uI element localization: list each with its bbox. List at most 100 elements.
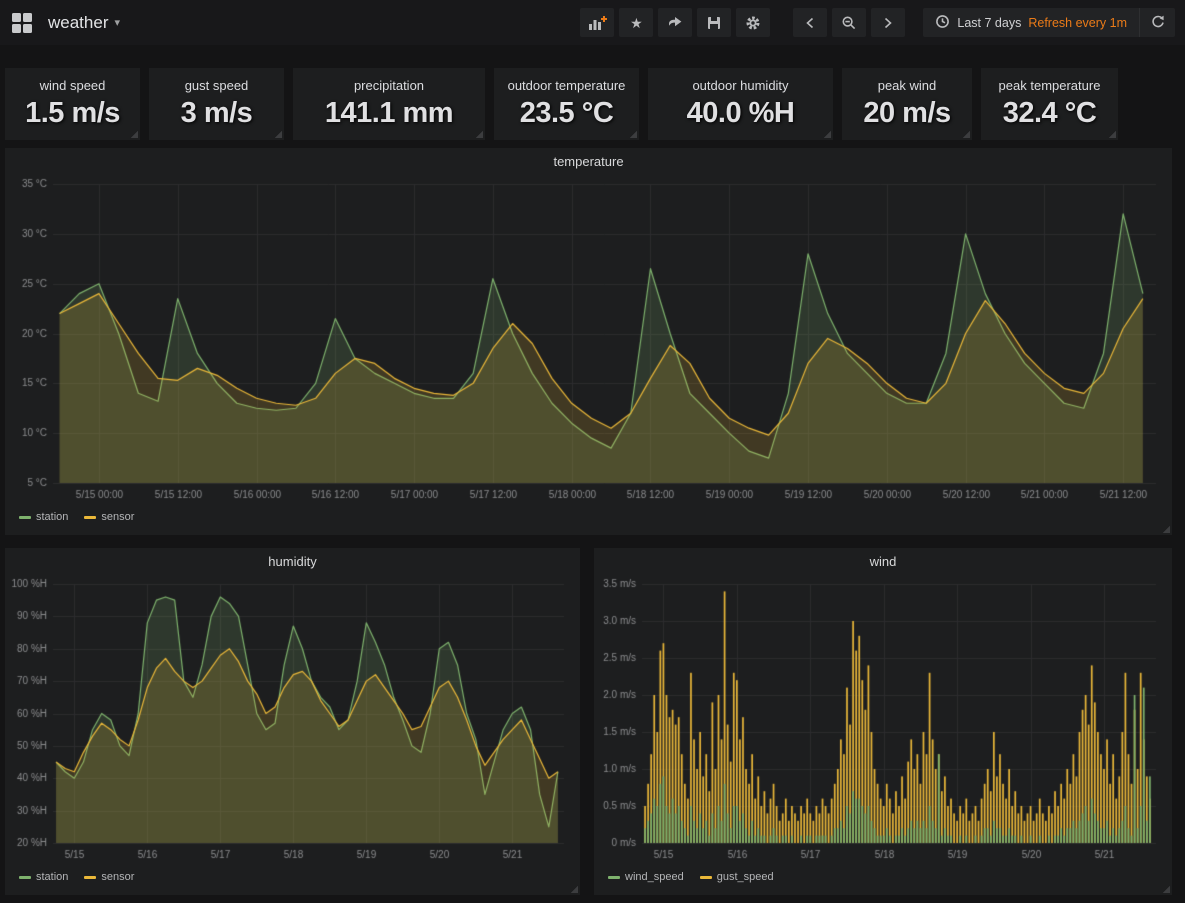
series-color-swatch xyxy=(19,516,31,519)
dashboard-title: weather xyxy=(48,13,108,33)
chevron-right-icon xyxy=(882,16,894,30)
timepicker-button[interactable]: Last 7 days Refresh every 1m xyxy=(923,8,1139,37)
wind-legend: wind_speed gust_speed xyxy=(594,865,1172,889)
stat-panel-gust-speed: gust speed 3 m/s xyxy=(149,68,284,140)
grafana-logo[interactable] xyxy=(12,13,32,33)
resize-handle[interactable] xyxy=(629,130,637,138)
legend-label: sensor xyxy=(101,511,134,523)
resize-handle[interactable] xyxy=(1108,130,1116,138)
panel-actions-group: ★ xyxy=(575,8,770,37)
series-color-swatch xyxy=(608,876,620,879)
resize-handle[interactable] xyxy=(823,130,831,138)
legend-item-wind_speed[interactable]: wind_speed xyxy=(608,871,684,883)
stat-title[interactable]: outdoor temperature xyxy=(508,78,626,93)
humidity-legend: station sensor xyxy=(5,865,580,889)
stat-title[interactable]: peak wind xyxy=(878,78,937,93)
legend-item-station[interactable]: station xyxy=(19,511,68,523)
resize-handle[interactable] xyxy=(962,130,970,138)
stat-title[interactable]: outdoor humidity xyxy=(692,78,788,93)
stat-value: 1.5 m/s xyxy=(25,97,120,130)
stat-title[interactable]: gust speed xyxy=(185,78,249,93)
logo-square xyxy=(12,24,21,33)
legend-label: wind_speed xyxy=(625,871,684,883)
series-color-swatch xyxy=(84,876,96,879)
zoom-out-button[interactable] xyxy=(832,8,866,37)
gear-icon xyxy=(745,15,761,31)
stat-title[interactable]: peak temperature xyxy=(999,78,1101,93)
panel-wind: wind wind_speed gust_speed xyxy=(594,548,1172,895)
add-panel-icon xyxy=(588,15,607,31)
time-range-label: Last 7 days xyxy=(957,16,1021,30)
time-back-button[interactable] xyxy=(793,8,827,37)
legend-label: station xyxy=(36,871,68,883)
navbar-right: ★ xyxy=(557,8,1175,37)
zoom-out-icon xyxy=(841,15,857,31)
star-icon: ★ xyxy=(630,16,643,30)
share-button[interactable] xyxy=(658,8,692,37)
temperature-chart[interactable] xyxy=(5,174,1172,505)
stat-panel-outdoor-humidity: outdoor humidity 40.0 %H xyxy=(648,68,833,140)
panel-title[interactable]: temperature xyxy=(5,148,1172,174)
stat-value: 40.0 %H xyxy=(687,97,795,130)
stat-value: 32.4 °C xyxy=(1003,97,1097,130)
stat-panel-peak-temperature: peak temperature 32.4 °C xyxy=(981,68,1118,140)
stat-panel-outdoor-temperature: outdoor temperature 23.5 °C xyxy=(494,68,639,140)
resize-handle[interactable] xyxy=(1162,525,1170,533)
star-button[interactable]: ★ xyxy=(619,8,653,37)
stat-title[interactable]: precipitation xyxy=(354,78,424,93)
stat-panel-peak-wind: peak wind 20 m/s xyxy=(842,68,972,140)
stat-value: 141.1 mm xyxy=(325,97,453,130)
resize-handle[interactable] xyxy=(274,130,282,138)
save-icon xyxy=(706,15,722,31)
save-button[interactable] xyxy=(697,8,731,37)
settings-button[interactable] xyxy=(736,8,770,37)
dashboard: wind speed 1.5 m/s gust speed 3 m/s prec… xyxy=(0,45,1185,895)
refresh-button[interactable] xyxy=(1139,8,1175,37)
legend-item-sensor[interactable]: sensor xyxy=(84,871,134,883)
resize-handle[interactable] xyxy=(130,130,138,138)
humidity-chart[interactable] xyxy=(5,574,580,865)
legend-item-gust_speed[interactable]: gust_speed xyxy=(700,871,774,883)
series-color-swatch xyxy=(700,876,712,879)
logo-square xyxy=(12,13,21,22)
refresh-icon xyxy=(1150,14,1165,32)
time-nav-group xyxy=(788,8,905,37)
time-forward-button[interactable] xyxy=(871,8,905,37)
logo-square xyxy=(23,24,32,33)
caret-down-icon: ▾ xyxy=(114,16,120,29)
legend-item-station[interactable]: station xyxy=(19,871,68,883)
temperature-legend: station sensor xyxy=(5,505,1172,529)
series-color-swatch xyxy=(19,876,31,879)
panel-temperature: temperature station sensor xyxy=(5,148,1172,535)
navbar: weather ▾ ★ xyxy=(0,0,1185,45)
series-color-swatch xyxy=(84,516,96,519)
stat-value: 23.5 °C xyxy=(520,97,614,130)
stat-panel-wind-speed: wind speed 1.5 m/s xyxy=(5,68,140,140)
refresh-interval-label: Refresh every 1m xyxy=(1028,16,1127,30)
stat-value: 20 m/s xyxy=(863,97,950,130)
clock-icon xyxy=(935,14,950,32)
navbar-left: weather ▾ xyxy=(12,9,126,37)
wind-chart[interactable] xyxy=(594,574,1172,865)
resize-handle[interactable] xyxy=(1162,885,1170,893)
share-icon xyxy=(667,16,683,30)
logo-square xyxy=(23,13,32,22)
legend-label: station xyxy=(36,511,68,523)
resize-handle[interactable] xyxy=(475,130,483,138)
legend-label: sensor xyxy=(101,871,134,883)
stat-panel-precipitation: precipitation 141.1 mm xyxy=(293,68,485,140)
resize-handle[interactable] xyxy=(570,885,578,893)
timepicker-group: Last 7 days Refresh every 1m xyxy=(923,8,1175,37)
panel-humidity: humidity station sensor xyxy=(5,548,580,895)
legend-label: gust_speed xyxy=(717,871,774,883)
stat-row: wind speed 1.5 m/s gust speed 3 m/s prec… xyxy=(5,68,1172,140)
bottom-row: humidity station sensor wind wind_speed gu… xyxy=(5,548,1172,895)
add-panel-button[interactable] xyxy=(580,8,614,37)
panel-title[interactable]: wind xyxy=(594,548,1172,574)
stat-title[interactable]: wind speed xyxy=(40,78,106,93)
panel-title[interactable]: humidity xyxy=(5,548,580,574)
legend-item-sensor[interactable]: sensor xyxy=(84,511,134,523)
chevron-left-icon xyxy=(804,16,816,30)
dashboard-title-dropdown[interactable]: weather ▾ xyxy=(42,9,126,37)
stat-value: 3 m/s xyxy=(181,97,253,130)
